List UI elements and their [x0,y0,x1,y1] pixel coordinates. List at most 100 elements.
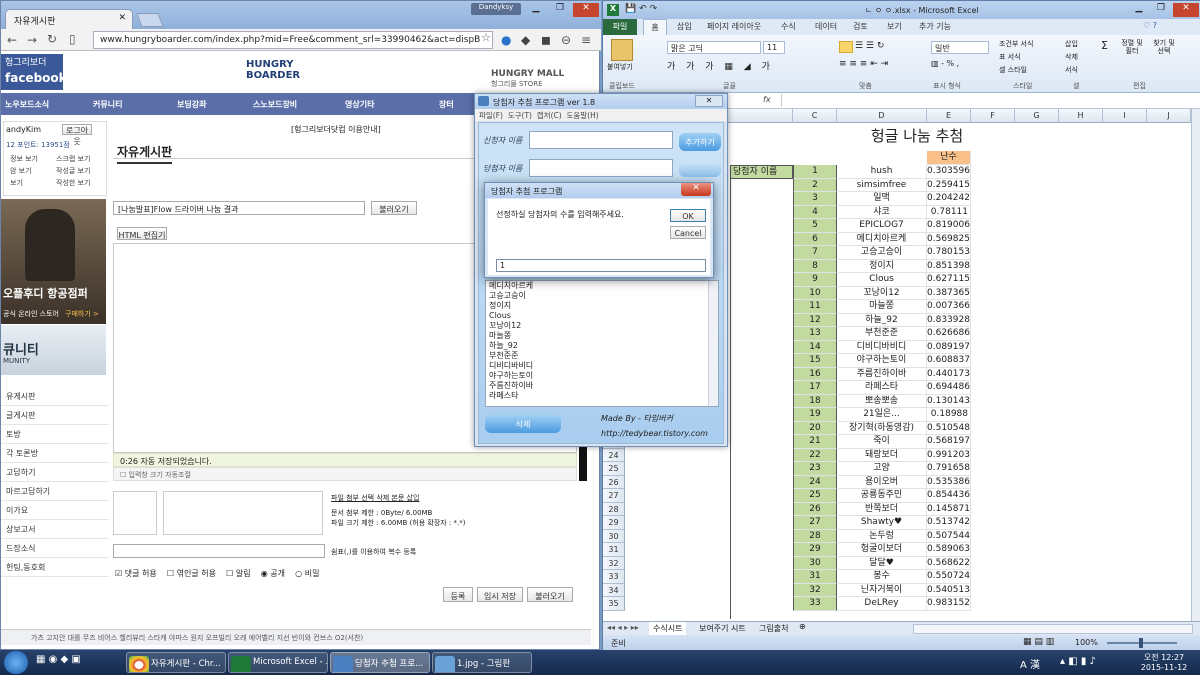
fx-icon[interactable]: fx [763,95,771,104]
name-cell[interactable]: 닌자거북이 [837,583,927,597]
name-cell[interactable]: 부천준준 [837,327,927,341]
quick-access-icon[interactable]: 💾 ↶ ↷ [625,4,657,14]
view-mode-icons[interactable]: ▦ ▤ ▥ [1023,637,1054,647]
ad-banner[interactable]: 오플후디 항공점퍼 공식 온라인 스토어 구매하기 > [1,199,106,324]
nav-item[interactable]: 장터 [439,99,454,110]
user-link[interactable]: 스크랩 보기 [56,154,90,164]
number-cell[interactable]: 32 [793,583,837,597]
random-cell[interactable]: 0.204242 [927,192,971,206]
random-cell[interactable]: 0.854436 [927,489,971,503]
number-cell[interactable]: 10 [793,286,837,300]
style-item[interactable]: 표 서식 [999,52,1021,62]
community-banner[interactable]: 큐니티 MUNITY [1,325,106,375]
dialog-input[interactable]: 1 [496,259,706,272]
winner-input[interactable] [529,159,673,177]
random-cell[interactable]: 0.569825 [927,232,971,246]
align-row2-icons[interactable]: ≡ ≡ ≡ ⇤ ⇥ [839,59,888,69]
nav-item[interactable]: 보딩강좌 [177,99,206,110]
horizontal-scrollbar[interactable] [913,624,1193,634]
restore-icon[interactable]: ❐ [1151,3,1171,17]
left-menu-item[interactable]: 고답하기 [1,463,109,482]
random-cell[interactable]: 0.627115 [927,273,971,287]
check-comment-icon[interactable]: ☑ [115,569,125,578]
name-cell[interactable]: DeLRey [837,597,927,611]
sheet-tab[interactable]: 수식시트 [649,622,687,635]
name-cell[interactable]: 장기혁(하동영감) [837,421,927,435]
post-title-input[interactable]: [나눔발표]Flow 드라이버 나눔 결과 [113,201,365,215]
name-cell[interactable]: hush [837,165,927,179]
new-sheet-icon[interactable]: ⊕ [799,622,806,631]
number-cell[interactable]: 20 [793,421,837,435]
close-icon[interactable]: ✕ [695,95,723,107]
name-cell[interactable]: 일맥 [837,192,927,206]
list-item[interactable]: 디비디바비디 [489,361,718,371]
left-menu-item[interactable]: 상보고서 [1,520,109,539]
name-cell[interactable]: Shawty♥ [837,516,927,530]
number-cell[interactable]: 27 [793,516,837,530]
random-cell[interactable]: 0.991203 [927,448,971,462]
ok-button[interactable]: OK [670,209,706,222]
col-header-I[interactable]: I [1103,109,1147,123]
name-cell[interactable]: 반쪽보더 [837,502,927,516]
sort-filter-button[interactable]: 정렬 및 필터 [1119,39,1145,55]
random-cell[interactable]: 0.510548 [927,421,971,435]
dialog-close-icon[interactable]: ✕ [681,183,711,196]
random-cell[interactable]: 0.589063 [927,543,971,557]
number-cell[interactable]: 29 [793,543,837,557]
name-cell[interactable]: 하늘_92 [837,313,927,327]
row-header[interactable]: 25 [603,462,625,476]
row-header[interactable]: 27 [603,489,625,503]
menu-icon[interactable]: ≡ [581,33,591,47]
new-tab-button[interactable] [136,13,164,27]
row-header[interactable]: 29 [603,516,625,530]
nav-item[interactable]: 영상기타 [345,99,374,110]
number-cell[interactable]: 7 [793,246,837,260]
extension4-icon[interactable]: ⊖ [561,33,571,47]
attach-list[interactable] [163,491,323,535]
random-cell[interactable]: 0.608837 [927,354,971,368]
close-window-icon[interactable]: ✕ [1173,3,1199,17]
random-cell[interactable]: 0.130143 [927,394,971,408]
radio-secret-icon[interactable]: ○ [295,569,305,578]
name-cell[interactable]: EPICLOG7 [837,219,927,233]
zoom-level[interactable]: 100% [1075,638,1098,647]
random-cell[interactable]: 0.507544 [927,529,971,543]
name-cell[interactable]: simsimfree [837,178,927,192]
name-cell[interactable]: 죽이 [837,435,927,449]
draw-button[interactable] [679,161,721,177]
menu-file[interactable]: 파일(F) [479,111,503,120]
col-header-E[interactable]: E [927,109,971,123]
banner-buy[interactable]: 구매하기 > [65,309,99,319]
number-cell[interactable]: 23 [793,462,837,476]
winner-header-cell[interactable]: 당첨자 이름 [730,165,793,179]
check-alarm-icon[interactable]: ☐ [226,569,236,578]
close-window-icon[interactable]: ✕ [573,3,599,17]
left-menu-item[interactable]: 유게시판 [1,387,109,406]
row-header[interactable]: 31 [603,543,625,557]
name-cell[interactable]: 고양 [837,462,927,476]
tag-input[interactable] [113,544,325,558]
number-cell[interactable]: 8 [793,259,837,273]
random-cell[interactable]: 0.780153 [927,246,971,260]
name-cell[interactable]: 달달♥ [837,556,927,570]
row-header[interactable]: 24 [603,448,625,462]
hungryboarder-logo[interactable]: HUNGRY BOARDER [246,59,300,81]
notice-link[interactable]: [헝그리보더닷컴 이용안내] [291,124,381,135]
number-cell[interactable]: 2 [793,178,837,192]
random-cell[interactable]: 0.983152 [927,597,971,611]
random-cell[interactable]: 0.145871 [927,502,971,516]
maximize-icon[interactable]: ❐ [549,3,571,17]
name-cell[interactable]: 21일은... [837,408,927,422]
sheet-nav-icons[interactable]: ◂◂ ◂ ▸ ▸▸ [607,623,639,632]
number-cell[interactable]: 12 [793,313,837,327]
list-item[interactable]: 꼬낭이12 [489,321,718,331]
random-cell[interactable]: 0.18988 [927,408,971,422]
name-cell[interactable]: 공룡동주민 [837,489,927,503]
col-header-J[interactable]: J [1147,109,1191,123]
start-button[interactable] [4,651,28,674]
hungrymall-logo[interactable]: HUNGRY MALL 헝그리몰 STORE [491,69,564,88]
zoom-thumb[interactable] [1139,638,1143,648]
row-header[interactable]: 28 [603,502,625,516]
random-cell[interactable]: 0.513742 [927,516,971,530]
number-cell[interactable]: 5 [793,219,837,233]
